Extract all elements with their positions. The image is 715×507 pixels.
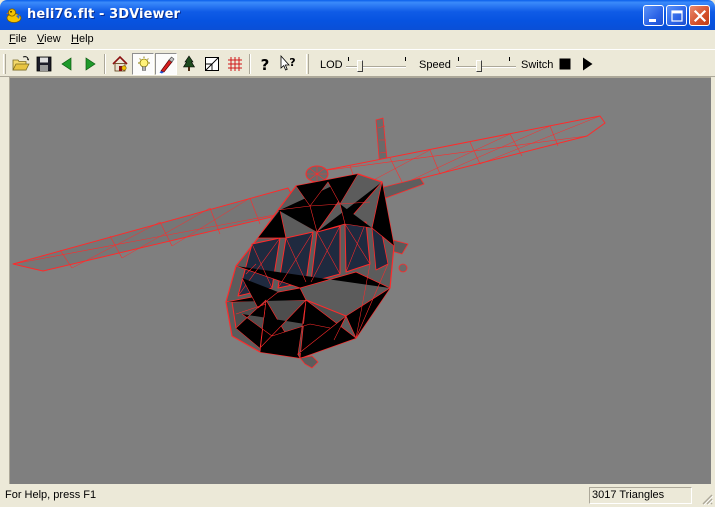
grid-icon bbox=[228, 57, 242, 71]
texture-paint-icon bbox=[159, 56, 175, 74]
about-button[interactable]: ? bbox=[254, 53, 276, 75]
minimize-icon bbox=[649, 19, 656, 22]
status-help-text: For Help, press F1 bbox=[5, 489, 97, 501]
size-grip-icon[interactable] bbox=[701, 493, 713, 505]
triangle-count-pane: 3017 Triangles bbox=[589, 487, 692, 504]
play-button[interactable] bbox=[576, 53, 598, 75]
helicopter-model bbox=[12, 115, 606, 369]
toolbar: ? ? LOD Speed Switch bbox=[0, 49, 715, 77]
forward-button[interactable] bbox=[79, 53, 101, 75]
toolbar-separator bbox=[104, 54, 106, 74]
stop-icon bbox=[559, 58, 571, 70]
lighting-icon bbox=[138, 56, 150, 71]
window-title: heli76.flt - 3DViewer bbox=[27, 7, 181, 22]
speed-slider[interactable] bbox=[454, 55, 518, 75]
forward-arrow-icon bbox=[85, 57, 96, 71]
back-arrow-icon bbox=[61, 57, 72, 71]
lod-label: LOD bbox=[320, 59, 343, 71]
open-button[interactable] bbox=[10, 53, 32, 75]
bounding-box-button[interactable] bbox=[201, 53, 223, 75]
svg-text:?: ? bbox=[261, 56, 270, 74]
speed-slider-thumb[interactable] bbox=[476, 60, 482, 72]
play-icon bbox=[583, 57, 593, 71]
save-icon bbox=[36, 56, 52, 72]
title-bar[interactable]: heli76.flt - 3DViewer bbox=[0, 0, 715, 30]
toolbar-separator bbox=[249, 54, 251, 74]
close-button[interactable] bbox=[689, 5, 710, 26]
back-button[interactable] bbox=[56, 53, 78, 75]
maximize-icon bbox=[671, 10, 683, 22]
grid-button[interactable] bbox=[224, 53, 246, 75]
save-button[interactable] bbox=[33, 53, 55, 75]
about-icon: ? bbox=[261, 56, 270, 74]
open-folder-icon bbox=[12, 56, 30, 71]
close-icon bbox=[693, 9, 707, 23]
menu-file[interactable]: File bbox=[9, 33, 27, 45]
3d-viewport[interactable] bbox=[9, 77, 711, 484]
toolbar-grip[interactable] bbox=[306, 54, 309, 74]
minimize-button[interactable] bbox=[643, 5, 664, 26]
switch-label: Switch bbox=[521, 59, 554, 71]
tree-icon bbox=[182, 55, 196, 71]
speed-label: Speed bbox=[419, 59, 451, 71]
stop-button[interactable] bbox=[554, 53, 576, 75]
home-view-icon bbox=[112, 55, 128, 72]
lod-slider[interactable] bbox=[344, 55, 408, 75]
rubber-duck-icon bbox=[6, 8, 22, 23]
menu-bar: File View Help bbox=[0, 30, 715, 49]
maximize-button[interactable] bbox=[666, 5, 687, 26]
menu-help[interactable]: Help bbox=[71, 33, 94, 45]
context-help-icon: ? bbox=[280, 54, 296, 71]
toolbar-grip[interactable] bbox=[3, 54, 6, 74]
tree-button[interactable] bbox=[178, 53, 200, 75]
status-bar: For Help, press F1 3017 Triangles bbox=[0, 485, 715, 507]
lighting-button[interactable] bbox=[132, 53, 154, 75]
triangle-count: 3017 Triangles bbox=[592, 489, 665, 501]
home-view-button[interactable] bbox=[109, 53, 131, 75]
lod-slider-thumb[interactable] bbox=[357, 60, 363, 72]
context-help-button[interactable]: ? bbox=[277, 53, 299, 75]
svg-text:?: ? bbox=[289, 56, 295, 69]
bounding-box-icon bbox=[205, 57, 219, 71]
texture-button[interactable] bbox=[155, 53, 177, 75]
menu-view[interactable]: View bbox=[37, 33, 61, 45]
